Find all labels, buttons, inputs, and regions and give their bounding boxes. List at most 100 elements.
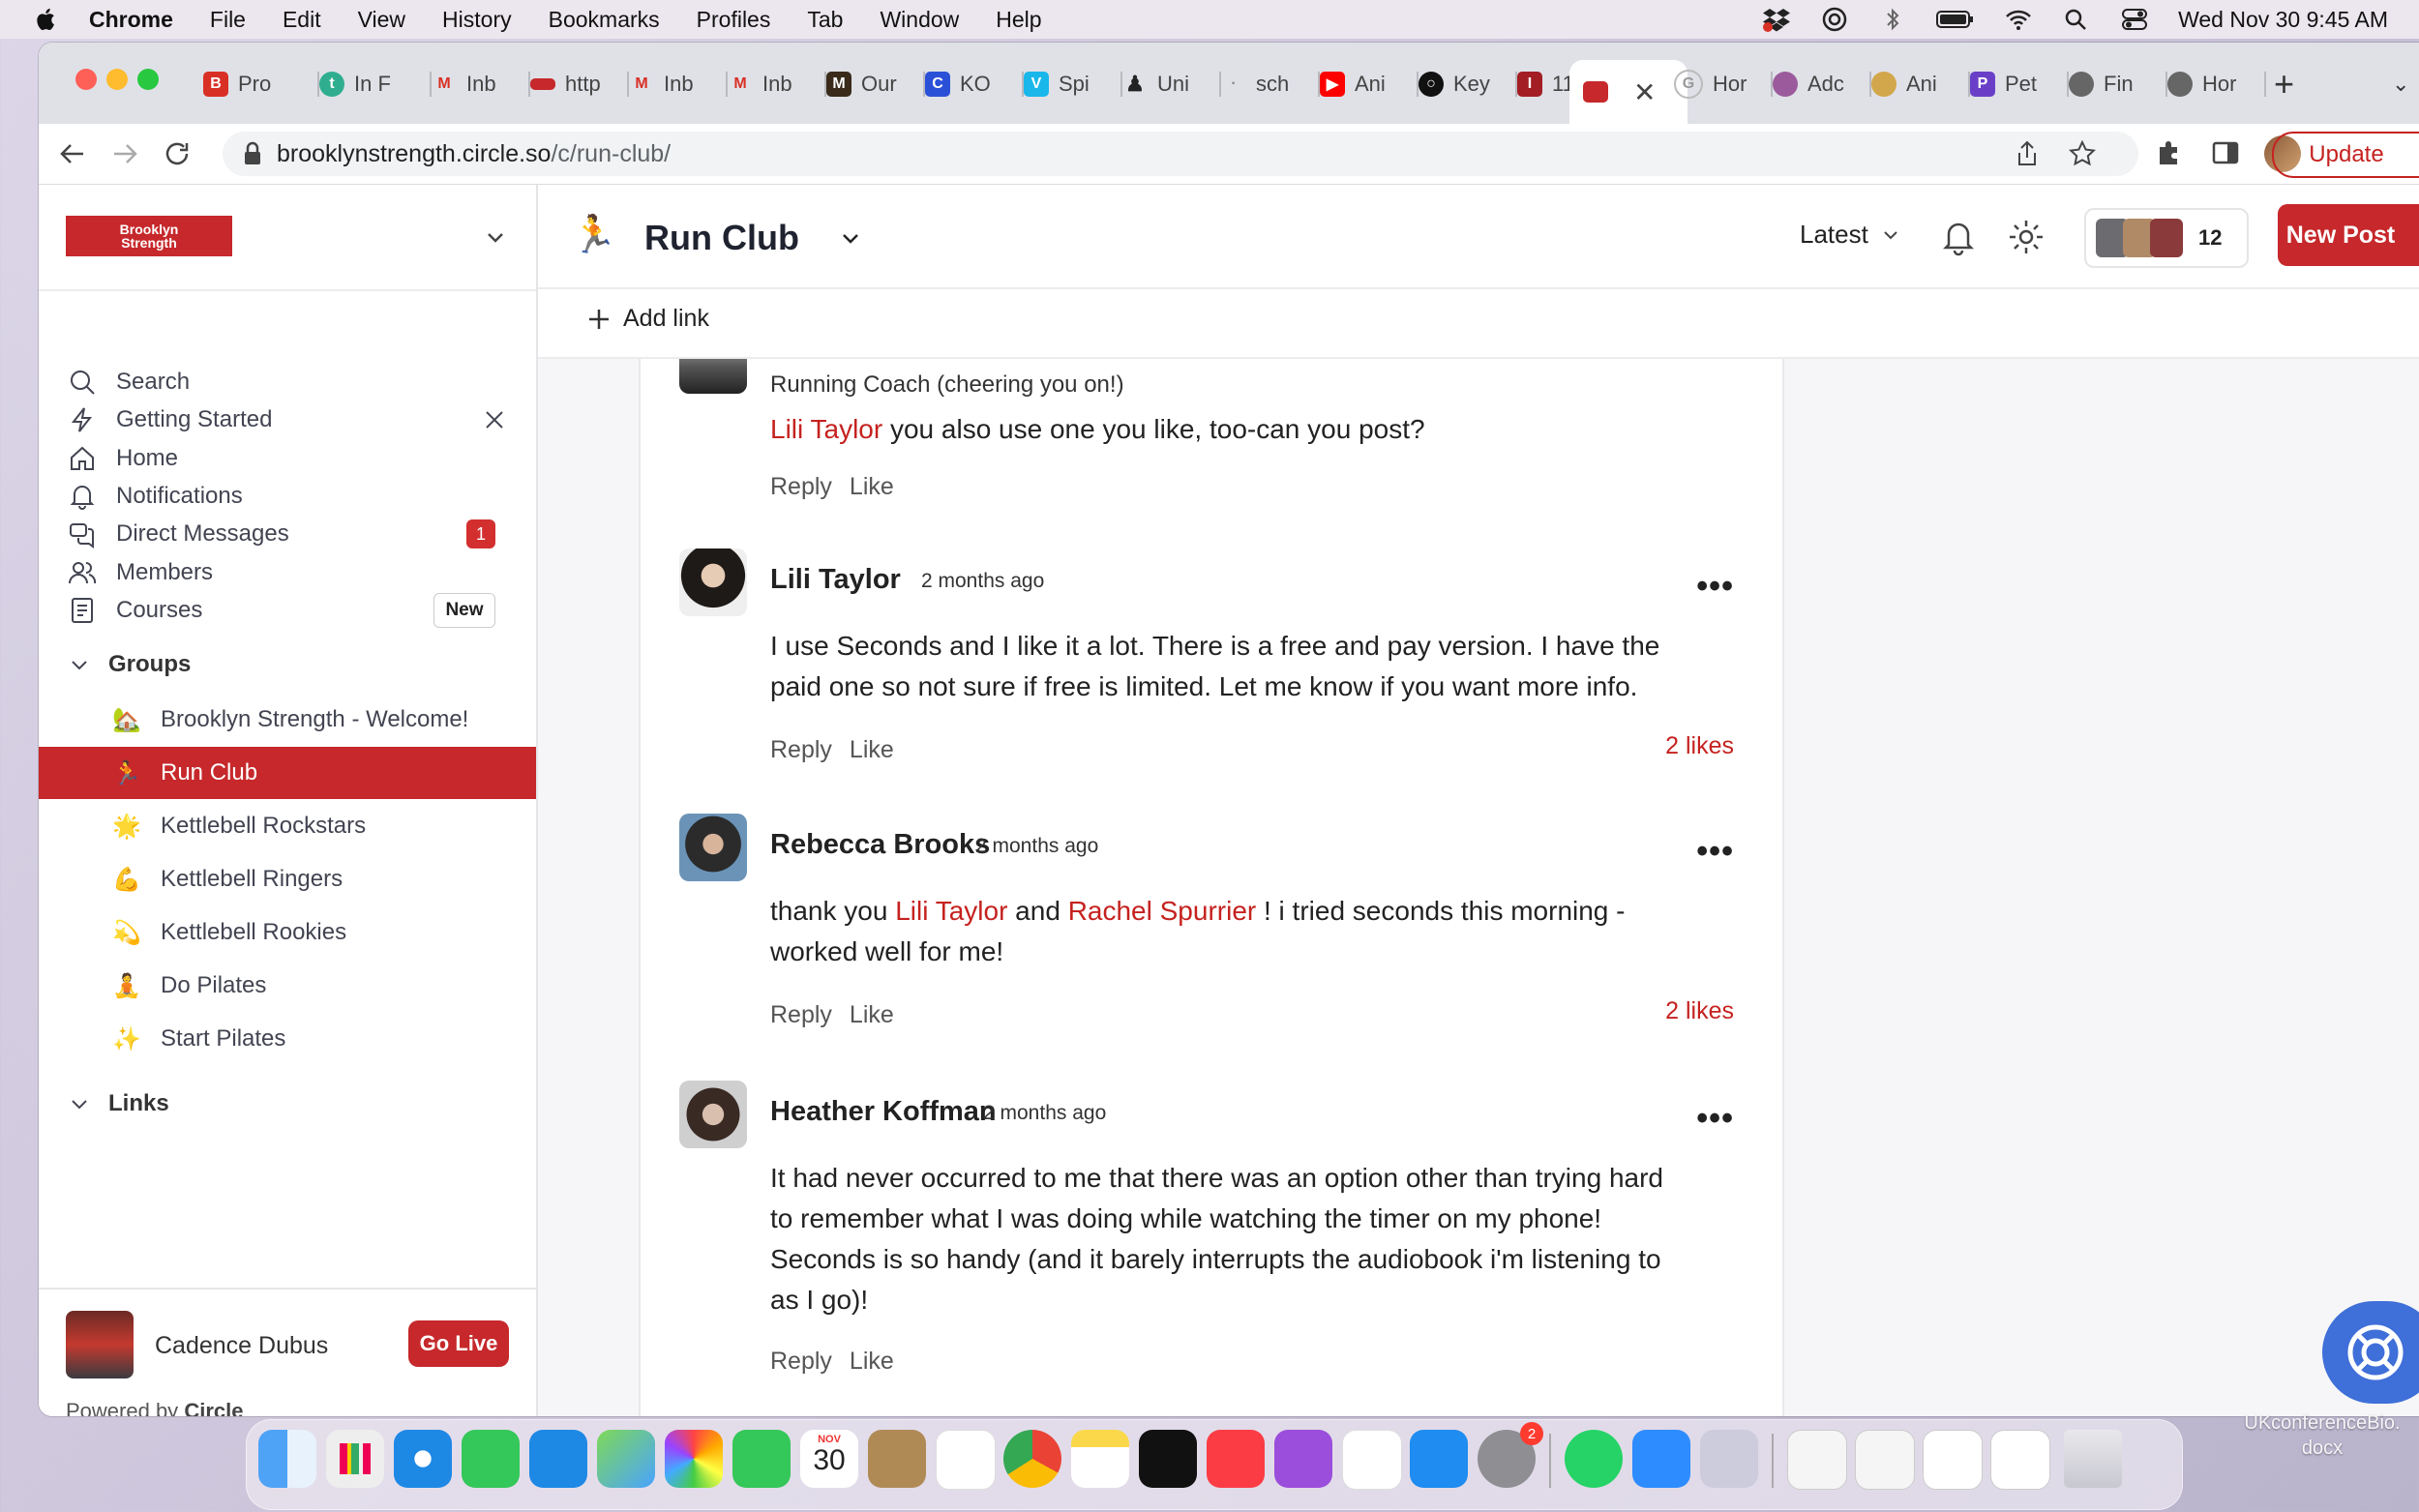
zoom-icon[interactable] <box>1632 1430 1690 1488</box>
maps-icon[interactable] <box>597 1430 655 1488</box>
whatsapp-icon[interactable] <box>1565 1430 1623 1488</box>
like-button[interactable]: Like <box>850 1001 894 1028</box>
browser-tab[interactable]: M Inb <box>629 60 728 108</box>
comment-timestamp[interactable]: 2 months ago <box>921 570 1044 593</box>
bell-icon[interactable] <box>1941 218 1976 256</box>
reply-button[interactable]: Reply <box>770 473 832 500</box>
go-live-button[interactable]: Go Live <box>408 1320 509 1367</box>
trash-icon[interactable] <box>2064 1430 2122 1488</box>
recent-document-thumbnail[interactable] <box>1990 1430 2050 1490</box>
new-tab-icon[interactable]: + <box>2274 60 2313 108</box>
safari-icon[interactable] <box>394 1430 452 1488</box>
bookmark-star-icon[interactable] <box>2069 140 2096 167</box>
browser-tab[interactable]: Fin <box>2069 60 2167 108</box>
system-settings-icon[interactable]: 2 <box>1478 1422 1543 1488</box>
browser-tab[interactable]: ○ Key <box>1419 60 1517 108</box>
music-icon[interactable] <box>1207 1430 1265 1488</box>
menu-window[interactable]: Window <box>880 7 959 33</box>
comment-timestamp[interactable]: 2 months ago <box>983 1102 1106 1125</box>
chrome-icon[interactable] <box>1003 1430 1061 1488</box>
reply-button[interactable]: Reply <box>770 736 832 763</box>
menu-clock[interactable]: Wed Nov 30 9:45 AM <box>2178 7 2388 33</box>
avatar[interactable] <box>679 548 747 616</box>
minimize-window-button[interactable] <box>106 69 128 90</box>
spotlight-search-icon[interactable] <box>2062 7 2091 32</box>
recent-document-thumbnail[interactable] <box>1787 1430 1847 1490</box>
contacts-icon[interactable] <box>868 1430 926 1488</box>
more-options-icon[interactable]: ••• <box>1696 833 1734 871</box>
sidebar-group-kettlebell-ringers[interactable]: 💪 Kettlebell Ringers <box>39 853 536 905</box>
menu-help[interactable]: Help <box>996 7 1041 33</box>
menu-bookmarks[interactable]: Bookmarks <box>549 7 660 33</box>
user-name[interactable]: Cadence Dubus <box>155 1332 328 1360</box>
more-options-icon[interactable]: ••• <box>1696 568 1734 606</box>
update-button[interactable]: Update <box>2272 132 2419 178</box>
comment-author[interactable]: Heather Koffman <box>770 1096 997 1128</box>
chevron-down-icon[interactable] <box>838 225 863 251</box>
creative-cloud-icon[interactable] <box>1820 7 1849 32</box>
links-section-header[interactable]: Links <box>68 1084 523 1123</box>
browser-tab[interactable]: M Inb <box>432 60 530 108</box>
browser-tab[interactable]: t In F <box>319 60 432 108</box>
close-window-button[interactable] <box>75 69 97 90</box>
members-avatars-button[interactable]: 12 <box>2084 208 2249 268</box>
sidebar-group-start-pilates[interactable]: ✨ Start Pilates <box>39 1013 536 1065</box>
browser-tab[interactable]: ♟ Uni <box>1122 60 1221 108</box>
bluetooth-icon[interactable] <box>1878 7 1907 32</box>
likes-count[interactable]: 2 likes <box>1665 732 1734 760</box>
forward-icon[interactable] <box>108 137 141 170</box>
zoom-window-button[interactable] <box>137 69 159 90</box>
dropbox-icon[interactable] <box>1762 7 1791 32</box>
mail-icon[interactable] <box>529 1430 587 1488</box>
chevron-down-icon[interactable] <box>482 223 509 251</box>
sidebar-group-do-pilates[interactable]: 🧘 Do Pilates <box>39 960 536 1012</box>
help-button[interactable] <box>2322 1301 2419 1404</box>
preview-icon[interactable] <box>1700 1430 1758 1488</box>
facetime-icon[interactable] <box>732 1430 791 1488</box>
photos-icon[interactable] <box>665 1430 723 1488</box>
sidebar-group-brooklyn-strength-welcome[interactable]: 🏡 Brooklyn Strength - Welcome! <box>39 694 536 746</box>
side-panel-icon[interactable] <box>2210 137 2241 168</box>
menu-app-name[interactable]: Chrome <box>89 7 173 33</box>
lock-icon[interactable] <box>242 141 263 166</box>
address-bar[interactable]: brooklynstrength.circle.so/c/run-club/ <box>223 132 2138 176</box>
recent-document-thumbnail[interactable] <box>1923 1430 1983 1490</box>
finder-icon[interactable] <box>258 1430 316 1488</box>
close-icon[interactable] <box>482 407 507 432</box>
menu-edit[interactable]: Edit <box>283 7 321 33</box>
extensions-puzzle-icon[interactable] <box>2154 137 2185 168</box>
control-center-icon[interactable] <box>2120 7 2149 32</box>
gear-icon[interactable] <box>2007 218 2046 256</box>
news-icon[interactable] <box>1342 1430 1402 1490</box>
community-switcher[interactable]: Brooklyn Strength <box>39 185 536 291</box>
browser-tab[interactable]: · sch <box>1221 60 1320 108</box>
browser-tab[interactable]: Ani <box>1871 60 1970 108</box>
browser-tab[interactable]: M Inb <box>728 60 826 108</box>
messages-icon[interactable] <box>462 1430 520 1488</box>
menu-file[interactable]: File <box>210 7 246 33</box>
user-avatar[interactable] <box>66 1311 134 1379</box>
app-store-icon[interactable] <box>1410 1430 1468 1488</box>
sidebar-group-kettlebell-rockstars[interactable]: 🌟 Kettlebell Rockstars <box>39 800 536 852</box>
browser-tab[interactable]: http <box>530 60 629 108</box>
recent-document-thumbnail[interactable] <box>1855 1430 1915 1490</box>
mention-link[interactable]: Lili Taylor <box>895 896 1007 926</box>
apple-icon[interactable] <box>33 6 60 33</box>
reply-button[interactable]: Reply <box>770 1001 832 1028</box>
like-button[interactable]: Like <box>850 473 894 500</box>
sidebar-group-kettlebell-rookies[interactable]: 💫 Kettlebell Rookies <box>39 906 536 959</box>
menu-tab[interactable]: Tab <box>807 7 843 33</box>
share-icon[interactable] <box>2015 140 2040 167</box>
desktop-file-label[interactable]: UKconferenceBio. docx <box>2225 1410 2419 1461</box>
browser-tab[interactable]: C KO <box>925 60 1024 108</box>
mention-link[interactable]: Lili Taylor <box>770 414 882 444</box>
groups-section-header[interactable]: Groups <box>68 641 523 688</box>
podcasts-icon[interactable] <box>1274 1430 1332 1488</box>
close-tab-icon[interactable]: ✕ <box>1633 76 1656 108</box>
comment-timestamp[interactable]: 2 months ago <box>975 835 1098 858</box>
menu-profiles[interactable]: Profiles <box>697 7 771 33</box>
like-button[interactable]: Like <box>850 736 894 763</box>
avatar[interactable] <box>679 359 747 394</box>
sidebar-item-courses[interactable]: Courses New <box>68 587 523 634</box>
tab-search-chevron-icon[interactable]: ⌄ <box>2392 60 2419 108</box>
